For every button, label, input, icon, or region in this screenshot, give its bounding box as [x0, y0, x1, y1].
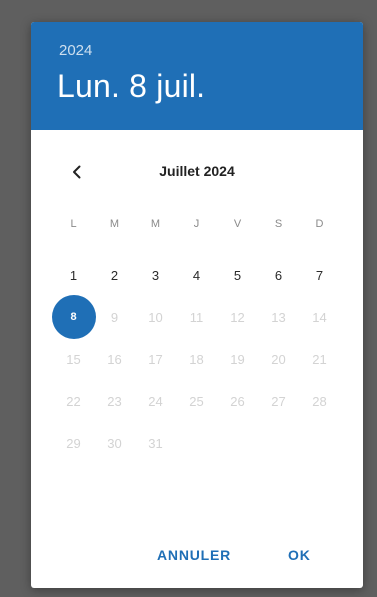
calendar-day-label: 10 [148, 309, 163, 325]
calendar-day[interactable]: 27 [258, 380, 299, 422]
weekday-thursday: J [193, 218, 200, 230]
weekday-saturday: S [274, 218, 283, 230]
selected-year[interactable]: 2024 [59, 42, 92, 59]
calendar-day[interactable]: 1 [53, 254, 94, 296]
selected-date-display: Lun. 8 juil. [57, 68, 206, 104]
calendar-day[interactable]: 12 [217, 296, 258, 338]
date-picker-header: 2024 Lun. 8 juil. [31, 22, 363, 130]
calendar-day[interactable]: 3 [135, 254, 176, 296]
weekday-wednesday: M [150, 218, 161, 230]
calendar-day-label: 28 [312, 393, 327, 409]
calendar-day[interactable]: 9 [94, 296, 135, 338]
calendar-day-label: 21 [312, 351, 327, 367]
weekday-monday: L [70, 218, 77, 230]
calendar-days-grid: 1 2 3 4 5 6 7 8 9 10 11 12 13 14 15 16 1… [51, 254, 343, 464]
calendar-day-label: 13 [271, 309, 286, 325]
calendar-day[interactable]: 2 [94, 254, 135, 296]
dialog-actions: ANNULER OK [31, 547, 363, 571]
calendar-day-label: 23 [107, 393, 122, 409]
calendar-day-label: 20 [271, 351, 286, 367]
cancel-button[interactable]: ANNULER [157, 547, 231, 563]
calendar-day-selected[interactable]: 8 [51, 295, 96, 339]
calendar-day-label: 27 [271, 393, 286, 409]
calendar-day-label: 18 [189, 351, 204, 367]
ok-button[interactable]: OK [288, 547, 311, 563]
calendar-day-label: 15 [66, 351, 81, 367]
calendar-day[interactable]: 14 [299, 296, 340, 338]
calendar-day[interactable]: 6 [258, 254, 299, 296]
calendar-day[interactable]: 16 [94, 338, 135, 380]
calendar-day[interactable]: 13 [258, 296, 299, 338]
calendar-day[interactable]: 29 [53, 422, 94, 464]
calendar-day-label: 12 [230, 309, 245, 325]
calendar-day-label: 1 [69, 267, 78, 283]
calendar-day-label: 9 [110, 309, 119, 325]
weekday-sunday: D [315, 218, 324, 230]
calendar-day[interactable]: 11 [176, 296, 217, 338]
calendar-day[interactable]: 17 [135, 338, 176, 380]
date-picker-dialog: 2024 Lun. 8 juil. Juillet 2024 L M M J V… [31, 22, 363, 588]
calendar-day-label: 22 [66, 393, 81, 409]
calendar-day[interactable]: 25 [176, 380, 217, 422]
weekday-header: L M M J V S D [53, 218, 343, 238]
calendar-day-label: 5 [233, 267, 242, 283]
calendar-day[interactable]: 15 [53, 338, 94, 380]
calendar-day-label: 14 [312, 309, 327, 325]
calendar-day-label: 4 [192, 267, 201, 283]
calendar-day[interactable]: 31 [135, 422, 176, 464]
calendar-day-label: 6 [274, 267, 283, 283]
calendar-day[interactable]: 5 [217, 254, 258, 296]
calendar-day-label: 29 [66, 435, 81, 451]
calendar-day[interactable]: 23 [94, 380, 135, 422]
calendar-day[interactable]: 18 [176, 338, 217, 380]
calendar-day[interactable]: 30 [94, 422, 135, 464]
calendar-day-label: 26 [230, 393, 245, 409]
calendar-day-label: 25 [189, 393, 204, 409]
calendar-day[interactable]: 20 [258, 338, 299, 380]
calendar-day-label: 8 [70, 311, 77, 323]
calendar-day-label: 24 [148, 393, 163, 409]
calendar-day[interactable]: 10 [135, 296, 176, 338]
calendar-day-label: 30 [107, 435, 122, 451]
weekday-tuesday: M [109, 218, 120, 230]
calendar-day-label: 2 [110, 267, 119, 283]
calendar-day[interactable]: 24 [135, 380, 176, 422]
calendar-day[interactable]: 22 [53, 380, 94, 422]
calendar-day[interactable]: 4 [176, 254, 217, 296]
calendar-day-label: 16 [107, 351, 122, 367]
weekday-friday: V [233, 218, 242, 230]
calendar-day-label: 7 [315, 267, 324, 283]
calendar-day-label: 31 [148, 435, 163, 451]
calendar-day[interactable]: 28 [299, 380, 340, 422]
month-title: Juillet 2024 [159, 163, 235, 179]
calendar-day[interactable]: 19 [217, 338, 258, 380]
calendar-day-label: 17 [148, 351, 163, 367]
calendar-day[interactable]: 21 [299, 338, 340, 380]
calendar-day[interactable]: 7 [299, 254, 340, 296]
calendar-day-label: 11 [189, 309, 204, 325]
calendar-day[interactable]: 26 [217, 380, 258, 422]
calendar-day-label: 19 [230, 351, 245, 367]
calendar-day-label: 3 [151, 267, 160, 283]
